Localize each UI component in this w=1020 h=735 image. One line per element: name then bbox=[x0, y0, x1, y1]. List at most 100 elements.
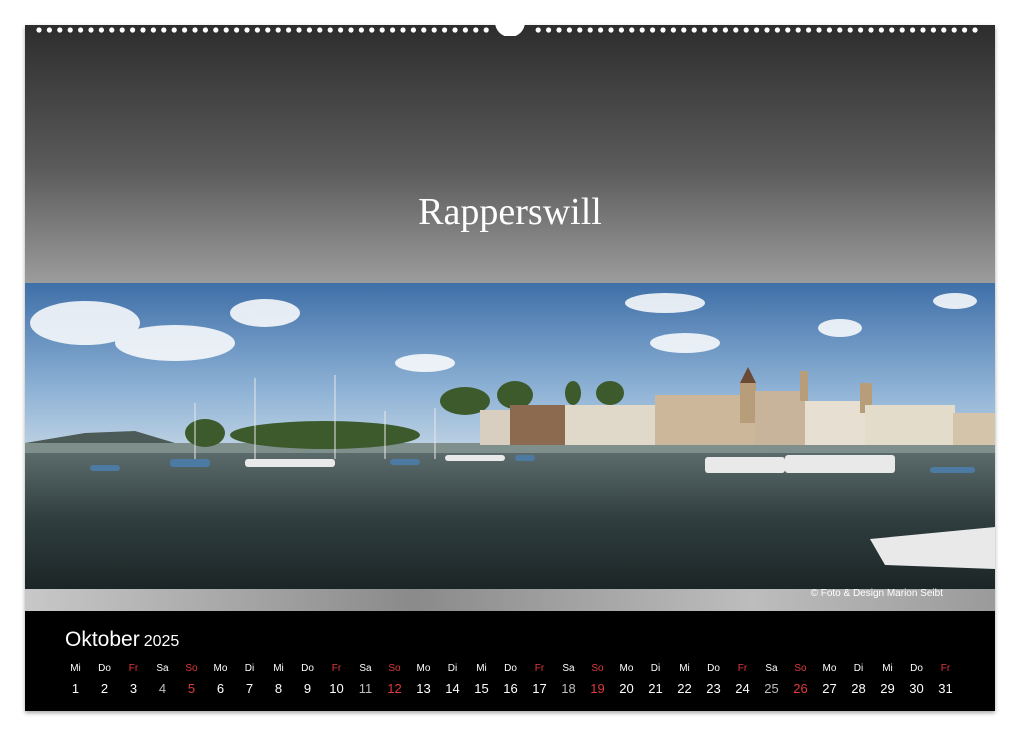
calendar-day: So 26 bbox=[786, 661, 815, 696]
binding-hole bbox=[296, 27, 302, 33]
binding-hole bbox=[712, 27, 718, 33]
binding-hole bbox=[702, 27, 708, 33]
day-number: 25 bbox=[764, 681, 779, 696]
calendar-day: Mo 13 bbox=[409, 661, 438, 696]
binding-hole bbox=[899, 27, 905, 33]
calendar-day: Fr 24 bbox=[728, 661, 757, 696]
calendar-day: Do 23 bbox=[699, 661, 728, 696]
binding-hole bbox=[826, 27, 833, 33]
binding-hole bbox=[306, 27, 312, 33]
binding-hole bbox=[795, 27, 801, 33]
harbor-panorama-photo bbox=[25, 283, 995, 589]
day-number: 9 bbox=[303, 681, 312, 696]
binding-hole bbox=[390, 27, 396, 33]
weekday-label: Mi bbox=[882, 663, 893, 674]
binding-hole bbox=[473, 27, 479, 33]
binding-hole bbox=[743, 27, 749, 33]
weekday-label: Di bbox=[244, 663, 255, 674]
calendar-day: Mi 22 bbox=[670, 661, 699, 696]
day-number: 20 bbox=[619, 681, 634, 696]
day-number: 10 bbox=[329, 681, 344, 696]
days-row: Mi 1 Do 2 Fr 3 Sa 4 So 5 Mo 6 Di 7 Mi 8 Do 9 Fr 10 Sa 11 So 12 M… bbox=[61, 661, 986, 696]
binding-hole bbox=[764, 27, 770, 33]
binding-hole bbox=[754, 27, 760, 33]
day-number: 4 bbox=[158, 681, 167, 696]
binding-hole bbox=[67, 27, 73, 33]
binding-hole bbox=[161, 27, 167, 33]
binding-hole bbox=[930, 27, 937, 33]
binding-hole bbox=[598, 27, 604, 33]
day-number: 1 bbox=[71, 681, 80, 696]
day-number: 2 bbox=[100, 681, 109, 696]
day-number: 5 bbox=[187, 681, 196, 696]
binding-hole bbox=[816, 27, 822, 33]
weekday-label: Fr bbox=[534, 663, 545, 674]
weekday-label: Fr bbox=[737, 663, 748, 674]
day-number: 30 bbox=[909, 681, 924, 696]
calendar-day: Di 21 bbox=[641, 661, 670, 696]
binding-hole bbox=[847, 27, 853, 33]
binding-hole bbox=[130, 27, 136, 33]
binding-hole bbox=[338, 27, 344, 33]
day-number: 14 bbox=[445, 681, 460, 696]
day-number: 15 bbox=[474, 681, 489, 696]
copyright-text: © Foto & Design Marion Seibt bbox=[810, 588, 943, 599]
binding-hole bbox=[109, 27, 115, 33]
calendar-day: Fr 17 bbox=[525, 661, 554, 696]
weekday-label: So bbox=[185, 663, 198, 674]
binding-hole bbox=[327, 27, 333, 33]
calendar-day: Di 14 bbox=[438, 661, 467, 696]
binding-hole bbox=[442, 27, 448, 33]
day-number: 21 bbox=[648, 681, 663, 696]
calendar-day: Do 30 bbox=[902, 661, 931, 696]
binding-hole bbox=[140, 27, 146, 33]
month-calendar: Oktober 2025 Mi 1 Do 2 Fr 3 Sa 4 So 5 Mo 6 Di 7 Mi 8 Do 9 F… bbox=[25, 611, 995, 711]
calendar-page: Rapperswill © Foto & Design Marion Seibt… bbox=[25, 25, 995, 711]
weekday-label: Mo bbox=[416, 663, 431, 674]
binding-hole bbox=[733, 27, 739, 33]
binding-hole bbox=[421, 27, 427, 33]
day-number: 22 bbox=[677, 681, 692, 696]
calendar-day: Fr 31 bbox=[931, 661, 960, 696]
calendar-day: Mo 6 bbox=[206, 661, 235, 696]
day-number: 27 bbox=[822, 681, 837, 696]
calendar-day: Mi 1 bbox=[61, 661, 90, 696]
day-number: 29 bbox=[880, 681, 895, 696]
calendar-day: Mi 15 bbox=[467, 661, 496, 696]
calendar-day: Fr 10 bbox=[322, 661, 351, 696]
day-number: 12 bbox=[387, 681, 402, 696]
binding-hole bbox=[878, 27, 885, 33]
calendar-day: Fr 3 bbox=[119, 661, 148, 696]
binding-hole bbox=[858, 27, 864, 33]
binding-hole bbox=[837, 27, 843, 33]
weekday-label: Do bbox=[504, 663, 517, 674]
binding-hole bbox=[941, 27, 947, 33]
weekday-label: Mi bbox=[476, 663, 487, 674]
binding-hole bbox=[660, 27, 666, 33]
binding-hole bbox=[868, 27, 874, 33]
binding-hole bbox=[150, 27, 156, 33]
day-number: 18 bbox=[561, 681, 576, 696]
title-header: Rapperswill bbox=[25, 25, 995, 283]
binding-hole bbox=[483, 27, 489, 33]
binding-hole bbox=[223, 27, 229, 33]
binding-hole bbox=[608, 27, 614, 33]
binding-hole bbox=[951, 27, 957, 33]
binding-hole bbox=[57, 27, 63, 33]
binding-hole bbox=[618, 27, 625, 33]
day-number: 7 bbox=[245, 681, 254, 696]
weekday-label: Fr bbox=[940, 663, 951, 674]
binding-hole bbox=[629, 27, 635, 33]
weekday-label: Fr bbox=[331, 663, 342, 674]
binding-hole bbox=[691, 27, 697, 33]
weekday-label: Sa bbox=[359, 663, 372, 674]
calendar-day: Do 2 bbox=[90, 661, 119, 696]
day-number: 8 bbox=[274, 681, 283, 696]
calendar-day: Mi 8 bbox=[264, 661, 293, 696]
day-number: 24 bbox=[735, 681, 750, 696]
weekday-label: Do bbox=[707, 663, 720, 674]
binding-hole bbox=[192, 27, 198, 33]
weekday-label: Mo bbox=[822, 663, 837, 674]
day-number: 26 bbox=[793, 681, 808, 696]
binding-hole bbox=[806, 27, 812, 33]
